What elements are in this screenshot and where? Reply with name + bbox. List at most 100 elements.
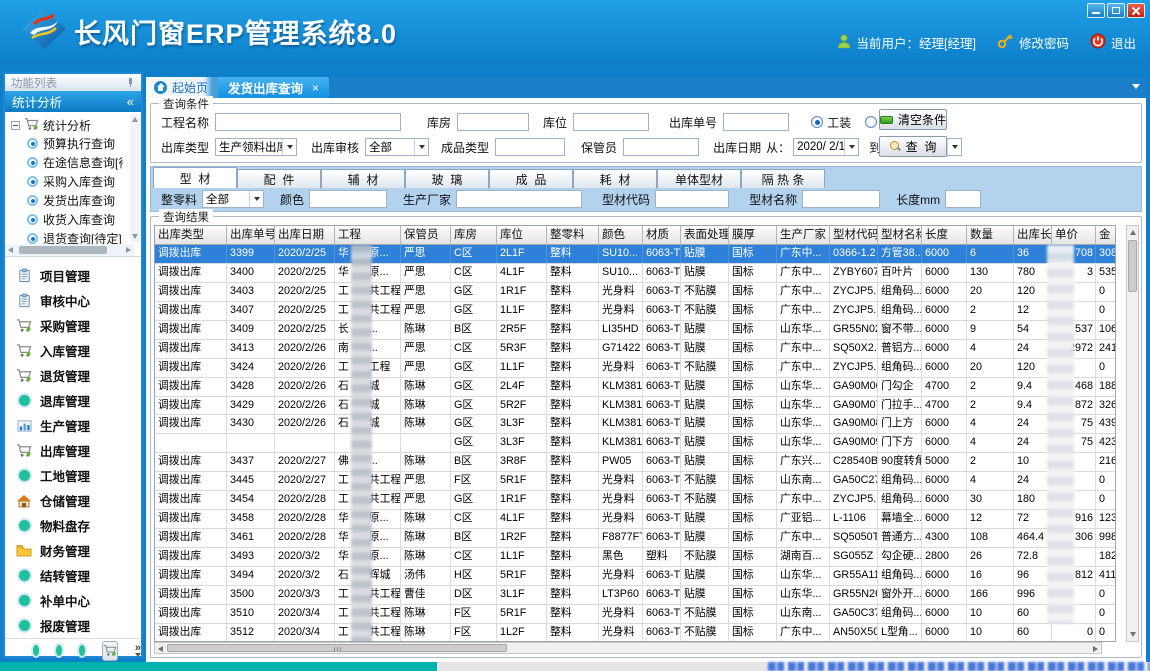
sidebar-item-财务管理[interactable]: 财务管理 — [5, 538, 141, 563]
module-dot-icon[interactable] — [79, 645, 85, 656]
column-header-膜厚[interactable]: 膜厚 — [729, 226, 777, 244]
close-button[interactable] — [1127, 3, 1145, 18]
sidebar-item-结转管理[interactable]: 结转管理 — [5, 563, 141, 588]
sidebar-item-仓储管理[interactable]: 仓储管理 — [5, 488, 141, 513]
column-header-出库类型[interactable]: 出库类型 — [155, 226, 227, 244]
radio-home[interactable] — [865, 116, 877, 128]
tab-shipment-query[interactable]: 发货出库查询 × — [218, 77, 329, 98]
product-type-input[interactable] — [495, 138, 565, 156]
scroll-down-icon[interactable] — [132, 234, 138, 239]
logout-button[interactable]: 退出 — [1090, 33, 1136, 52]
material-tab-单体型材[interactable]: 单体型材 — [657, 169, 741, 188]
scroll-up-icon[interactable] — [132, 117, 138, 122]
column-header-金[interactable]: 金 — [1096, 226, 1116, 244]
material-tab-成品[interactable]: 成 品 — [489, 169, 573, 188]
length-input[interactable] — [945, 190, 981, 208]
manufacturer-input[interactable] — [456, 190, 582, 208]
column-header-库房[interactable]: 库房 — [451, 226, 497, 244]
table-row[interactable]: 调拨出库34242020/2/26工工程严思G区1L1F整料光身料6063-T5… — [155, 359, 1115, 378]
table-row[interactable]: 调拨出库34582020/2/28华原...陈琳C区4L1F整料光身料6063-… — [155, 510, 1115, 529]
out-type-select[interactable]: 生产领料出库 — [215, 138, 297, 156]
tab-list-dropdown-icon[interactable] — [1132, 84, 1140, 89]
column-header-工程[interactable]: 工程 — [335, 226, 401, 244]
sidebar-item-生产管理[interactable]: 生产管理 — [5, 413, 141, 438]
module-dot-icon[interactable] — [56, 645, 62, 656]
column-header-表面处理[interactable]: 表面处理 — [681, 226, 729, 244]
table-row[interactable]: 调拨出库35122020/3/4工共工程陈琳F区1L2F整料光身料6063-T5… — [155, 624, 1115, 642]
sidebar-item-报废管理[interactable]: 报废管理 — [5, 613, 141, 638]
tree-item-在途信息查询[待[interactable]: 在途信息查询[待 — [5, 153, 123, 172]
material-tab-辅材[interactable]: 辅 材 — [321, 169, 405, 188]
column-header-单价[interactable]: 单价 — [1052, 226, 1096, 244]
table-row[interactable]: 调拨出库35002020/3/3工共工程曹佳D区3L1F整料LT3P606063… — [155, 586, 1115, 605]
sidebar-item-物料盘存[interactable]: 物料盘存 — [5, 513, 141, 538]
table-row[interactable]: 调拨出库34292020/2/26石城陈琳G区5R2F整料KLM38176063… — [155, 397, 1115, 416]
table-row[interactable]: 调拨出库34542020/2/28工共工程严思G区1R1F整料光身料6063-T… — [155, 491, 1115, 510]
pin-icon[interactable] — [126, 78, 135, 87]
more-modules-button[interactable]: » — [135, 644, 141, 657]
sidebar-item-审核中心[interactable]: 审核中心 — [5, 288, 141, 313]
table-row[interactable]: 调拨出库34002020/2/25华原...严思C区4L1F整料SU10...6… — [155, 264, 1115, 283]
scroll-left-icon[interactable] — [8, 247, 13, 253]
scroll-right-icon[interactable] — [126, 247, 131, 253]
date-from-select[interactable]: 2020/ 2/16 — [793, 138, 859, 156]
material-tab-型材[interactable]: 型 材 — [153, 167, 237, 188]
tree-item-收货入库查询[interactable]: 收货入库查询 — [5, 210, 123, 229]
column-header-保管员[interactable]: 保管员 — [401, 226, 451, 244]
sidebar-item-入库管理[interactable]: 入库管理 — [5, 338, 141, 363]
table-row[interactable]: 调拨出库34612020/2/28华原...陈琳B区1R2F整料F8877FT6… — [155, 529, 1115, 548]
table-row[interactable]: 调拨出库34282020/2/26石城陈琳G区2L4F整料KLM38176063… — [155, 378, 1115, 397]
sidebar-item-采购管理[interactable]: 采购管理 — [5, 313, 141, 338]
tree-root[interactable]: 统计分析 — [5, 116, 141, 134]
table-row[interactable]: G区3L3F整料KLM38176063-T5贴膜国标山东华...GA90M09.… — [155, 434, 1115, 453]
sidebar-item-退货管理[interactable]: 退货管理 — [5, 363, 141, 388]
clear-conditions-button[interactable]: 清空条件 — [879, 109, 947, 130]
table-row[interactable]: 调拨出库34372020/2/27佛...陈琳B区3R8F整料PW056063-… — [155, 453, 1115, 472]
column-header-整零料[interactable]: 整零料 — [547, 226, 599, 244]
change-password-button[interactable]: 修改密码 — [997, 32, 1069, 52]
column-header-长度[interactable]: 长度 — [922, 226, 967, 244]
table-row[interactable]: 调拨出库34452020/2/27工共工程严思F区5R1F整料光身料6063-T… — [155, 472, 1115, 491]
sidebar-item-补单中心[interactable]: 补单中心 — [5, 588, 141, 613]
column-header-数量[interactable]: 数量 — [967, 226, 1014, 244]
sidebar-item-工地管理[interactable]: 工地管理 — [5, 463, 141, 488]
scrollbar-thumb[interactable] — [1128, 240, 1137, 292]
sidebar-item-出库管理[interactable]: 出库管理 — [5, 438, 141, 463]
tree-item-采购入库查询[interactable]: 采购入库查询 — [5, 172, 123, 191]
table-row[interactable]: 调拨出库34032020/2/25工共工程严思G区1R1F整料光身料6063-T… — [155, 283, 1115, 302]
table-row[interactable]: 调拨出库35102020/3/4工共工程陈琳F区5R1F整料光身料6063-T5… — [155, 605, 1115, 624]
order-no-input[interactable] — [723, 113, 789, 131]
tree-horizontal-scrollbar[interactable] — [5, 244, 134, 256]
expander-icon[interactable] — [11, 121, 20, 130]
search-button[interactable]: 查 询 — [879, 136, 947, 157]
material-tab-隔热条[interactable]: 隔 热 条 — [741, 169, 825, 188]
scroll-left-icon[interactable] — [158, 646, 163, 652]
table-vertical-scrollbar[interactable] — [1126, 225, 1139, 642]
column-header-颜色[interactable]: 颜色 — [599, 226, 643, 244]
table-row[interactable]: 调拨出库34132020/2/26南...严思C区5R3F整料G71422606… — [155, 340, 1115, 359]
column-header-型材代码[interactable]: 型材代码 — [830, 226, 878, 244]
tree-item-发货出库查询[interactable]: 发货出库查询 — [5, 191, 123, 210]
radio-industrial[interactable] — [811, 116, 823, 128]
table-row[interactable]: 调拨出库34302020/2/26石城陈琳G区3L3F整料KLM38176063… — [155, 415, 1115, 434]
column-header-生产厂家[interactable]: 生产厂家 — [777, 226, 830, 244]
table-row[interactable]: 调拨出库34942020/3/2石辉城汤伟H区5R1F整料光身料6063-T5贴… — [155, 567, 1115, 586]
table-row[interactable]: 调拨出库34092020/2/25长...陈琳B区2R5F整料LI35HD606… — [155, 321, 1115, 340]
maximize-button[interactable] — [1107, 3, 1125, 18]
tab-home[interactable]: 起始页 — [146, 77, 218, 98]
sidebar-item-项目管理[interactable]: 项目管理 — [5, 263, 141, 288]
whole-part-select[interactable]: 全部 — [202, 190, 264, 208]
tab-close-icon[interactable]: × — [312, 81, 319, 95]
scrollbar-thumb[interactable] — [167, 644, 507, 652]
column-header-出库长度[interactable]: 出库长度 — [1014, 226, 1052, 244]
collapse-icon[interactable]: « — [127, 94, 134, 109]
warehouse-input[interactable] — [457, 113, 529, 131]
cart-module-button[interactable] — [102, 641, 118, 661]
tree-item-预算执行查询[interactable]: 预算执行查询 — [5, 134, 123, 153]
scrollbar-thumb[interactable] — [19, 246, 107, 254]
tree-vertical-scrollbar[interactable] — [130, 114, 141, 242]
column-header-出库单号[interactable]: 出库单号 — [227, 226, 275, 244]
material-tab-玻璃[interactable]: 玻 璃 — [405, 169, 489, 188]
table-row[interactable]: 调拨出库33992020/2/25华原...严思C区2L1F整料SU10...6… — [155, 245, 1115, 264]
column-header-库位[interactable]: 库位 — [497, 226, 547, 244]
